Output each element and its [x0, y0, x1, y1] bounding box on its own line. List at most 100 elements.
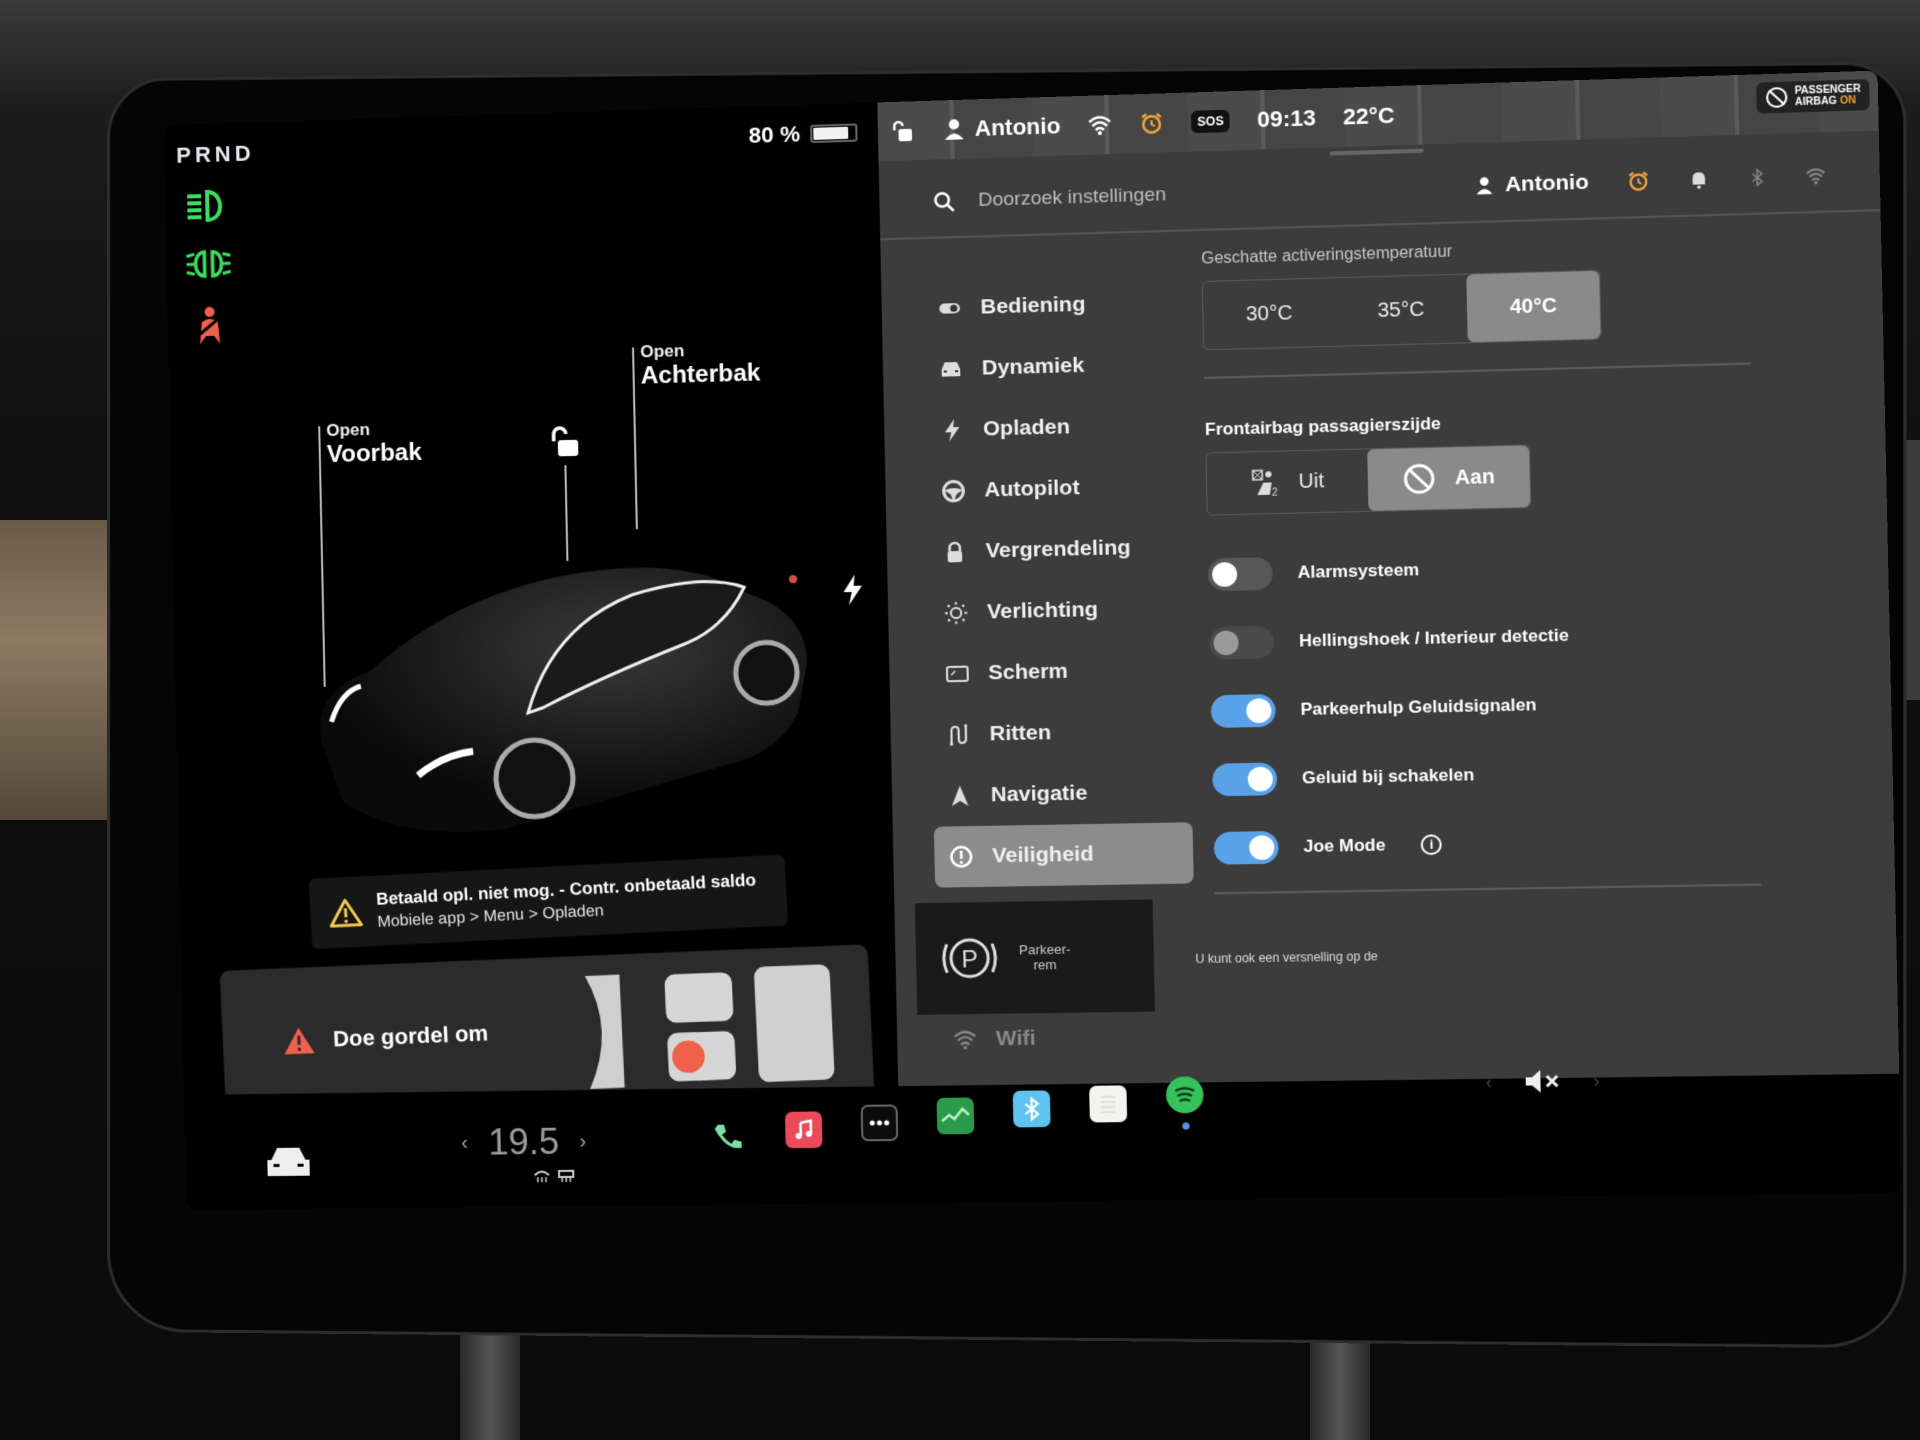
volume-control: ‹ ›: [1485, 1067, 1600, 1095]
search-bar[interactable]: [879, 175, 1474, 215]
driver-profile[interactable]: Antonio: [941, 113, 1061, 143]
toggle-icon: [939, 303, 961, 314]
toggle-row: Parkeerhulp Geluidsignalen: [1210, 664, 1865, 746]
music-app[interactable]: [784, 1111, 823, 1149]
paid-charging-warning-banner[interactable]: Betaald opl. niet mog. - Contr. onbetaal…: [308, 854, 789, 950]
sidebar-item-label: Opladen: [982, 415, 1071, 441]
wifi-icon[interactable]: [1087, 112, 1112, 137]
profile-name: Antonio: [1504, 170, 1589, 197]
wifi-icon[interactable]: [1805, 164, 1827, 187]
toggle-knob: [1246, 697, 1272, 723]
activation-temp-option[interactable]: 40°C: [1466, 270, 1601, 343]
sidebar-item-dynamiek[interactable]: Dynamiek: [924, 333, 1184, 401]
sidebar-item-autopilot[interactable]: Autopilot: [926, 455, 1186, 522]
parking-brake-label-1: Parkeer-: [1018, 941, 1071, 958]
warning-triangle-icon: [328, 896, 364, 928]
info-icon[interactable]: i: [1420, 833, 1443, 855]
trunk-callout[interactable]: Open Achterbak: [640, 339, 761, 391]
battery-icon: [810, 123, 858, 144]
sidebar-item-scherm[interactable]: Scherm: [930, 639, 1190, 705]
toggle-row: Geluid bij schakelen: [1212, 733, 1867, 814]
bluetooth-icon[interactable]: [1747, 166, 1767, 189]
sidebar-item-label: Wifi: [995, 1026, 1036, 1051]
app-launcher: [709, 1076, 1205, 1155]
sidebar-item-vergrendeling[interactable]: Vergrendeling: [927, 516, 1187, 583]
gear-hint-text: U kunt ook een versnelling op de: [1195, 949, 1378, 967]
sidebar-item-ritten[interactable]: Ritten: [931, 700, 1191, 766]
notes-app[interactable]: [1089, 1085, 1128, 1123]
airbag-off-button[interactable]: 2 Uit: [1206, 449, 1368, 514]
bell-icon[interactable]: [1688, 168, 1710, 191]
parking-brake-button[interactable]: P Parkeer-rem: [914, 899, 1155, 1015]
activation-temp-option[interactable]: 35°C: [1334, 275, 1468, 346]
toggle-label: Hellingshoek / Interieur detectie: [1298, 624, 1570, 651]
sos-button[interactable]: SOS: [1190, 109, 1231, 134]
joe-mode-toggle[interactable]: [1213, 830, 1279, 865]
sidebar-item-label: Scherm: [988, 659, 1069, 685]
phone-app[interactable]: [709, 1118, 747, 1155]
volume-up-button[interactable]: ›: [1593, 1070, 1600, 1092]
activation-temp-label: Geschatte activeringstemperatuur: [1201, 243, 1453, 268]
airbag-on-icon: [1402, 462, 1436, 496]
toggle-knob: [1247, 766, 1274, 792]
charge-port-bolt-icon[interactable]: [841, 574, 864, 606]
front-defrost-icon[interactable]: [533, 1169, 552, 1183]
navigation-arrow-icon: [951, 785, 969, 807]
alarmsysteem-toggle[interactable]: [1207, 556, 1273, 591]
temp-decrease-button[interactable]: ‹: [461, 1131, 468, 1154]
settings-panel: Antonio SOS 09:13 22°C PASSENGER AIRBAG O…: [877, 70, 1900, 1087]
headlight-high-beam-icon: [187, 189, 222, 222]
rear-defrost-icon[interactable]: [557, 1169, 576, 1183]
volume-muted-icon[interactable]: [1523, 1068, 1562, 1095]
search-icon: [933, 190, 956, 213]
car-controls-icon[interactable]: [265, 1144, 312, 1181]
toggle-knob: [1211, 561, 1238, 587]
sidebar-item-label: Veiligheid: [991, 842, 1094, 868]
parking-brake-icon: P: [940, 931, 999, 985]
energy-app[interactable]: [936, 1097, 975, 1135]
clock: 09:13: [1256, 104, 1317, 133]
phone-icon: [714, 1124, 742, 1149]
more-apps-button[interactable]: [860, 1104, 899, 1142]
activation-temp-option[interactable]: 30°C: [1203, 278, 1336, 349]
sidebar-item-label: Bediening: [980, 292, 1086, 319]
callout-line-trunk: [632, 347, 638, 530]
sidebar-item-navigatie[interactable]: Navigatie: [933, 761, 1193, 827]
toggle-label: Geluid bij schakelen: [1301, 764, 1475, 788]
search-input[interactable]: [978, 180, 1290, 213]
alert-triangle-icon: [283, 1027, 315, 1055]
trips-icon: [946, 722, 971, 747]
geluid-bij-schakelen-toggle[interactable]: [1212, 761, 1278, 796]
seat-front-left: [664, 972, 734, 1024]
bluetooth-app[interactable]: [1012, 1090, 1051, 1128]
sidebar-item-veiligheid[interactable]: Veiligheid: [933, 822, 1194, 888]
cabin-temperature: 19.5: [487, 1120, 560, 1163]
toggle-knob: [1213, 629, 1239, 655]
profile-button[interactable]: Antonio: [1473, 170, 1589, 198]
sidebar-item-wifi[interactable]: Wifi: [938, 1006, 1198, 1071]
temp-increase-button[interactable]: ›: [579, 1130, 586, 1153]
alarm-clock-icon[interactable]: [1627, 169, 1651, 192]
unlock-icon[interactable]: [547, 425, 582, 460]
volume-down-button[interactable]: ‹: [1485, 1071, 1492, 1093]
notes-icon: [1098, 1092, 1119, 1117]
spotify-app[interactable]: [1165, 1076, 1204, 1130]
toggle-label: Alarmsysteem: [1297, 559, 1420, 582]
alarm-clock-icon[interactable]: [1139, 111, 1164, 136]
toggle-knob: [1248, 834, 1275, 860]
sidebar-item-opladen[interactable]: Opladen: [925, 394, 1185, 462]
unlock-icon[interactable]: [890, 119, 915, 144]
airbag-on-button[interactable]: Aan: [1367, 445, 1531, 511]
frunk-callout[interactable]: Open Voorbak: [326, 419, 422, 470]
sidebar-item-verlichting[interactable]: Verlichting: [929, 577, 1189, 644]
divider: [1203, 362, 1751, 379]
music-note-icon: [792, 1119, 815, 1142]
sidebar-item-bediening[interactable]: Bediening: [922, 271, 1182, 339]
wifi-icon: [953, 1027, 978, 1050]
bottom-dock: ‹ 19.5 › ‹ ›: [183, 1070, 1902, 1211]
toggle-label: Joe Mode: [1303, 834, 1386, 856]
activation-temp-selector: 30°C 35°C 40°C: [1201, 269, 1602, 351]
toggle-row: Hellingshoek / Interieur detectie: [1209, 594, 1864, 677]
parkeerhulp-geluidsignalen-toggle[interactable]: [1210, 693, 1276, 728]
spotify-icon: [1173, 1086, 1196, 1105]
